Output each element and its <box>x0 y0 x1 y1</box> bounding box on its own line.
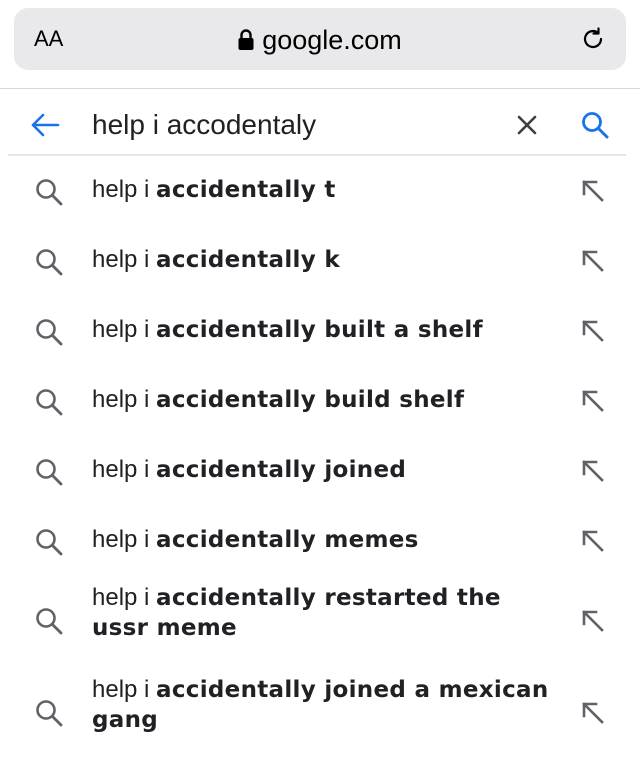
arrow-up-left-icon[interactable] <box>580 458 606 484</box>
arrow-up-left-icon[interactable] <box>580 700 606 726</box>
suggestion-prefix: help i <box>92 386 157 413</box>
suggestion-completion: accidentally joined <box>156 457 407 483</box>
search-bar: help i accodentaly <box>8 96 626 156</box>
suggestion-item[interactable]: help i accidentally joined a mexican gan… <box>0 668 640 760</box>
suggestion-text: help i accidentally restarted the ussr m… <box>92 583 552 643</box>
close-icon[interactable] <box>516 114 538 136</box>
suggestion-item[interactable]: help i accidentally restarted the ussr m… <box>0 576 640 668</box>
suggestion-item[interactable]: help i accidentally k <box>0 226 640 296</box>
suggestion-completion: accidentally t <box>156 177 336 203</box>
suggestion-prefix: help i <box>92 246 157 273</box>
suggestion-text: help i accidentally built a shelf <box>92 315 552 345</box>
suggestion-completion: accidentally k <box>156 247 340 273</box>
search-icon <box>36 459 63 486</box>
suggestion-prefix: help i <box>92 456 157 483</box>
suggestion-prefix: help i <box>92 526 157 553</box>
search-icon <box>36 529 63 556</box>
search-input[interactable]: help i accodentaly <box>92 108 316 142</box>
address-bar[interactable]: AA google.com <box>14 8 626 70</box>
suggestion-list: help i accidentally t help i accidentall… <box>0 156 640 760</box>
search-icon <box>36 249 63 276</box>
arrow-up-left-icon[interactable] <box>580 178 606 204</box>
suggestion-item[interactable]: help i accidentally joined <box>0 436 640 506</box>
suggestion-text: help i accidentally t <box>92 175 552 205</box>
suggestion-prefix: help i <box>92 584 157 611</box>
suggestion-prefix: help i <box>92 676 157 703</box>
search-icon <box>36 319 63 346</box>
browser-toolbar: AA google.com <box>0 0 640 89</box>
suggestion-completion: accidentally joined a mexican gang <box>92 677 549 733</box>
suggestion-completion: accidentally memes <box>156 527 419 553</box>
lock-icon <box>238 29 254 50</box>
suggestion-completion: accidentally build shelf <box>156 387 465 413</box>
suggestion-prefix: help i <box>92 176 157 203</box>
suggestion-text: help i accidentally memes <box>92 525 552 555</box>
arrow-up-left-icon[interactable] <box>580 608 606 634</box>
search-icon <box>36 179 63 206</box>
suggestion-completion: accidentally built a shelf <box>156 317 483 343</box>
suggestion-prefix: help i <box>92 316 157 343</box>
suggestion-item[interactable]: help i accidentally t <box>0 156 640 226</box>
domain-text: google.com <box>262 25 402 55</box>
arrow-up-left-icon[interactable] <box>580 388 606 414</box>
search-icon[interactable] <box>580 110 610 140</box>
search-icon <box>36 700 63 727</box>
suggestion-text: help i accidentally build shelf <box>92 385 552 415</box>
suggestion-item[interactable]: help i accidentally memes <box>0 506 640 576</box>
suggestion-text: help i accidentally joined a mexican gan… <box>92 675 552 735</box>
suggestion-text: help i accidentally joined <box>92 455 552 485</box>
arrow-up-left-icon[interactable] <box>580 528 606 554</box>
reload-icon[interactable] <box>580 26 606 52</box>
back-arrow-icon[interactable] <box>30 112 60 138</box>
arrow-up-left-icon[interactable] <box>580 318 606 344</box>
suggestion-text: help i accidentally k <box>92 245 552 275</box>
suggestion-item[interactable]: help i accidentally built a shelf <box>0 296 640 366</box>
search-icon <box>36 608 63 635</box>
search-icon <box>36 389 63 416</box>
suggestion-item[interactable]: help i accidentally build shelf <box>0 366 640 436</box>
arrow-up-left-icon[interactable] <box>580 248 606 274</box>
address-domain[interactable]: google.com <box>14 24 626 56</box>
